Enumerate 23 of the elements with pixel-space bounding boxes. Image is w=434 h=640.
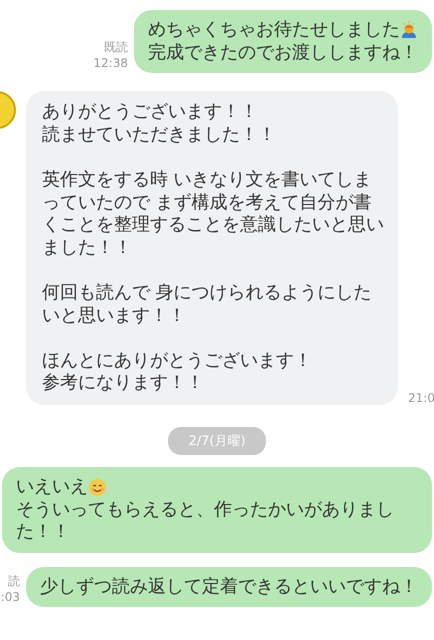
message-time: 21:0 — [408, 390, 434, 405]
message-text: 完成できたのでお渡ししますね！ — [148, 42, 418, 64]
message-text: 参考になります！！ — [42, 372, 204, 395]
message-time: :03 — [0, 589, 20, 606]
message-text: めちゃくちゃお待たせしました — [148, 19, 400, 42]
message-text: いと思います！！ — [42, 304, 186, 328]
read-receipt: 既読 — [104, 39, 128, 56]
message-text: 何回も読んで 身につけられるようにした — [42, 282, 372, 305]
person-emoji-icon — [400, 21, 418, 40]
message-text: いえいえ — [16, 476, 88, 498]
message-text: 少しずつ読み返して定着できるといいですね！ — [40, 576, 418, 598]
message-text: ました！！ — [42, 236, 132, 260]
message-text: っていたので まず構成を考えて自分が書 — [42, 192, 372, 214]
message-text: くことを整理することを意識したいと思い — [42, 214, 384, 237]
message-text: そういってもらえると、作ったかいがありまし — [16, 498, 394, 522]
read-receipt: 読 — [8, 573, 20, 590]
message-text: 英作文をする時 いきなり文を書いてしま — [42, 168, 372, 192]
message-text: た！！ — [16, 521, 70, 544]
message-text: 読ませていただきました！！ — [42, 124, 276, 146]
message-text: ほんとにありがとうございます！ — [42, 350, 312, 372]
message-time: 12:38 — [93, 55, 128, 72]
smiley-icon — [88, 478, 107, 497]
message-text: ありがとうございます！！ — [42, 101, 258, 124]
